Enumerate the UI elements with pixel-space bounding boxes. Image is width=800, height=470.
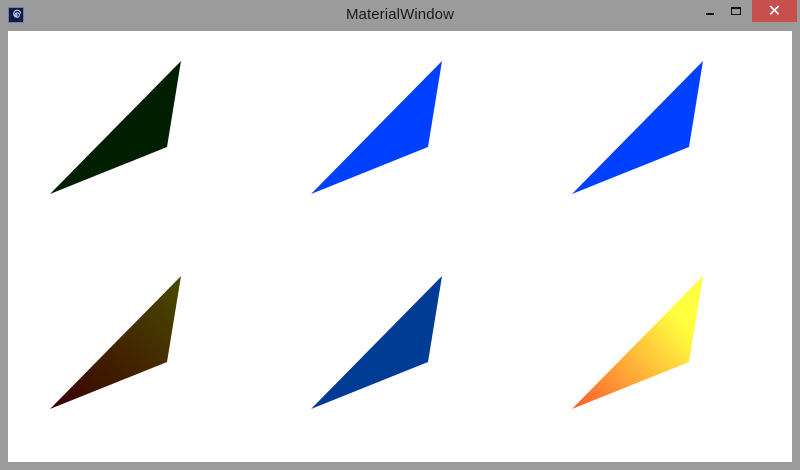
close-button[interactable]: ✕ [752, 0, 797, 22]
render-canvas[interactable] [8, 31, 792, 462]
minimize-icon [706, 13, 714, 15]
maximize-button[interactable] [723, 0, 749, 22]
window-title: MaterialWindow [345, 6, 455, 23]
maximize-icon [731, 7, 741, 15]
triangle-maroon-olive-gradient [50, 276, 181, 409]
triangle-dark-green [50, 61, 181, 194]
close-icon: ✕ [767, 1, 782, 20]
triangle-navy-blue [311, 276, 442, 409]
triangle-bright-blue-1 [311, 61, 442, 194]
triangle-orange-yellow-gradient [572, 276, 703, 409]
material-window: MaterialWindow ✕ [0, 0, 800, 470]
minimize-button[interactable] [697, 0, 723, 22]
triangle-bright-blue-2 [572, 61, 703, 194]
title-bar[interactable]: MaterialWindow ✕ [0, 0, 800, 31]
material-scene [50, 61, 703, 409]
